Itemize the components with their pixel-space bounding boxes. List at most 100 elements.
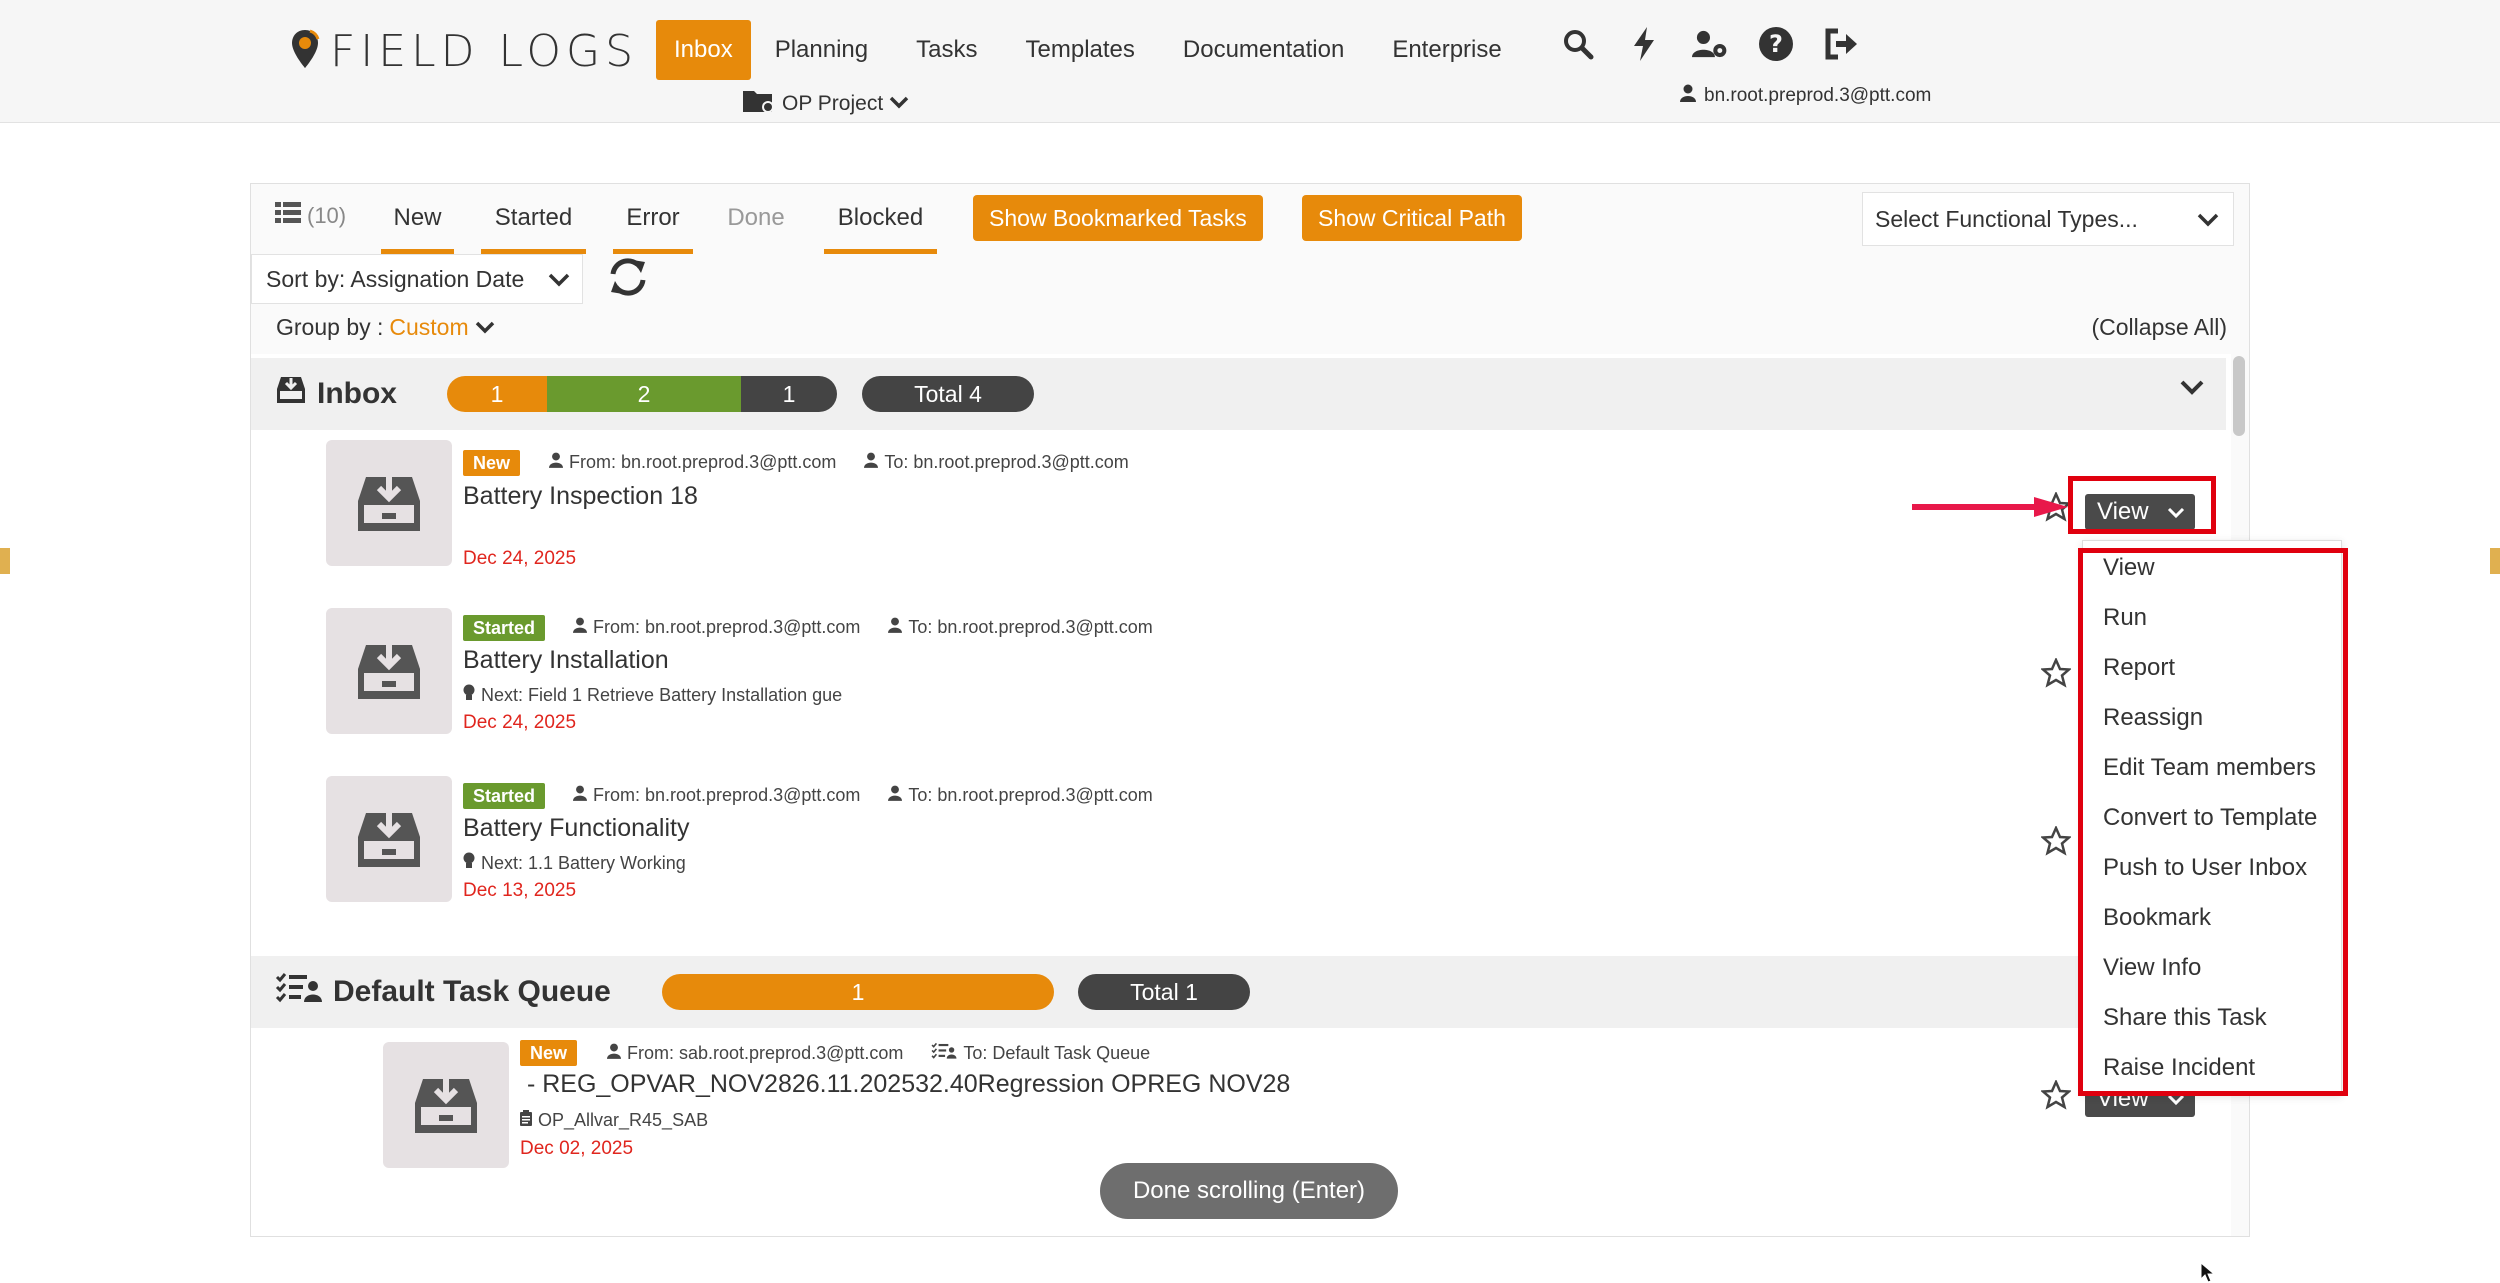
task-row[interactable]: Started From: bn.root.preprod.3@ptt.com … [251,598,2226,758]
task-assignment: From: bn.root.preprod.3@ptt.com To: bn.r… [549,452,1129,473]
task-name[interactable]: Battery Inspection 18 [463,482,698,511]
status-badge: New [463,450,521,476]
show-critical-path-button[interactable]: Show Critical Path [1302,195,1522,241]
location-pin-icon [290,28,320,75]
tab-blocked[interactable]: Blocked [824,198,937,254]
status-badge: Started [463,615,546,641]
group-total: Total 4 [862,376,1034,412]
template-name: OP_Allvar_R45_SAB [538,1110,709,1130]
refresh-icon[interactable] [607,256,649,303]
highlight-box-view-button [2068,476,2216,534]
nav-icon-group: ? [1560,26,1860,62]
logout-icon[interactable] [1824,26,1860,62]
task-next-step: Next: Field 1 Retrieve Battery Installat… [463,684,842,707]
task-count: (10) [307,203,347,228]
tab-done[interactable]: Done [716,198,796,254]
highlight-box-menu [2078,548,2348,1096]
left-edge-marker [0,548,10,574]
search-icon[interactable] [1560,26,1596,62]
nav-planning[interactable]: Planning [751,20,892,80]
next-step-text: Next: Field 1 Retrieve Battery Installat… [481,685,843,705]
user-email: bn.root.preprod.3@ptt.com [1704,85,1932,106]
task-to: To: bn.root.preprod.3@ptt.com [908,617,1153,637]
sort-label: Sort by: Assignation Date [266,266,525,292]
bookmark-star-icon[interactable] [2039,824,2073,861]
nav-tasks[interactable]: Tasks [892,20,1001,80]
user-icon [549,452,563,473]
vertical-scrollbar[interactable] [2233,356,2245,436]
next-step-text: Next: 1.1 Battery Working [481,853,686,873]
user-settings-icon[interactable] [1692,26,1728,62]
status-count-bar: 1 2 1 [447,376,837,412]
task-queue-icon [275,972,323,1012]
show-bookmarked-button[interactable]: Show Bookmarked Tasks [973,195,1263,241]
task-to: To: Default Task Queue [963,1043,1151,1063]
group-title: Inbox [275,375,397,413]
list-icon [275,202,301,230]
count-new: 1 [662,974,1054,1010]
list-view-toggle[interactable]: (10) [275,202,346,230]
task-inbox-icon [326,440,452,566]
status-badge: New [520,1040,578,1066]
filter-bar: (10) New Started Error Done Blocked Show… [251,184,2249,254]
task-name[interactable]: Battery Functionality [463,814,690,843]
nav-templates[interactable]: Templates [1002,20,1159,80]
nav-documentation[interactable]: Documentation [1159,20,1368,80]
functional-types-select[interactable]: Select Functional Types... [1862,192,2234,246]
tab-error[interactable]: Error [613,198,693,254]
task-list-panel: (10) New Started Error Done Blocked Show… [250,183,2250,1237]
group-by-selector[interactable]: Group by : Custom [276,314,495,341]
nav-enterprise[interactable]: Enterprise [1368,20,1525,80]
count-other: 1 [741,376,837,412]
task-name[interactable]: Battery Installation [463,646,669,675]
bookmark-star-icon[interactable] [2039,1078,2073,1115]
chevron-down-icon [548,255,570,303]
group-header-inbox[interactable]: Inbox 1 2 1 Total 4 [251,358,2226,430]
user-icon [864,452,879,473]
app-logo[interactable]: FIELD LOGS [290,26,638,77]
nav-inbox[interactable]: Inbox [656,20,751,80]
user-icon [573,617,587,638]
done-scrolling-toast[interactable]: Done scrolling (Enter) [1100,1163,1398,1219]
task-from: From: bn.root.preprod.3@ptt.com [593,617,861,637]
group-name: Inbox [317,377,397,410]
tab-started[interactable]: Started [481,198,586,254]
chevron-down-icon[interactable] [2180,380,2204,401]
annotation-arrow-icon [1910,495,2070,524]
chevron-down-icon [889,92,909,116]
task-row[interactable]: Started From: bn.root.preprod.3@ptt.com … [251,766,2226,926]
task-next-step: Next: 1.1 Battery Working [463,852,686,875]
task-template: OP_Allvar_R45_SAB [520,1110,708,1131]
user-icon [1680,84,1696,108]
task-date: Dec 02, 2025 [520,1138,634,1159]
group-total: Total 1 [1078,974,1250,1010]
count-started: 2 [547,376,741,412]
functional-types-label: Select Functional Types... [1875,206,2138,232]
group-name: Default Task Queue [333,975,611,1008]
task-queue-icon [931,1042,957,1065]
task-from: From: sab.root.preprod.3@ptt.com [627,1043,904,1063]
group-by-value: Custom [389,314,469,340]
tab-new[interactable]: New [381,198,454,254]
task-inbox-icon [326,608,452,734]
logo-text: FIELD LOGS [330,26,639,77]
project-selector[interactable]: OP Project [742,88,909,120]
lightbulb-icon [463,852,475,875]
task-name[interactable]: - REG_OPVAR_NOV2826.11.202532.40Regressi… [520,1070,1290,1099]
bookmark-star-icon[interactable] [2039,656,2073,693]
group-title: Default Task Queue [275,972,611,1012]
project-name: OP Project [782,92,884,115]
sort-select[interactable]: Sort by: Assignation Date [251,254,583,304]
collapse-all-link[interactable]: (Collapse All) [2092,314,2228,341]
bolt-icon[interactable] [1626,26,1662,62]
group-header-default-task-queue[interactable]: Default Task Queue 1 Total 1 [251,956,2226,1028]
current-user: bn.root.preprod.3@ptt.com [1680,84,1931,108]
task-groups-scroll[interactable]: Inbox 1 2 1 Total 4 New From: bn.root.pr… [251,354,2231,1236]
clipboard-icon [520,1110,532,1131]
user-icon [573,785,587,806]
user-icon [888,617,903,638]
help-icon[interactable]: ? [1758,26,1794,62]
main-nav: Inbox Planning Tasks Templates Documenta… [656,20,1526,80]
task-to: To: bn.root.preprod.3@ptt.com [908,785,1153,805]
task-assignment: From: sab.root.preprod.3@ptt.com To: Def… [607,1042,1150,1065]
